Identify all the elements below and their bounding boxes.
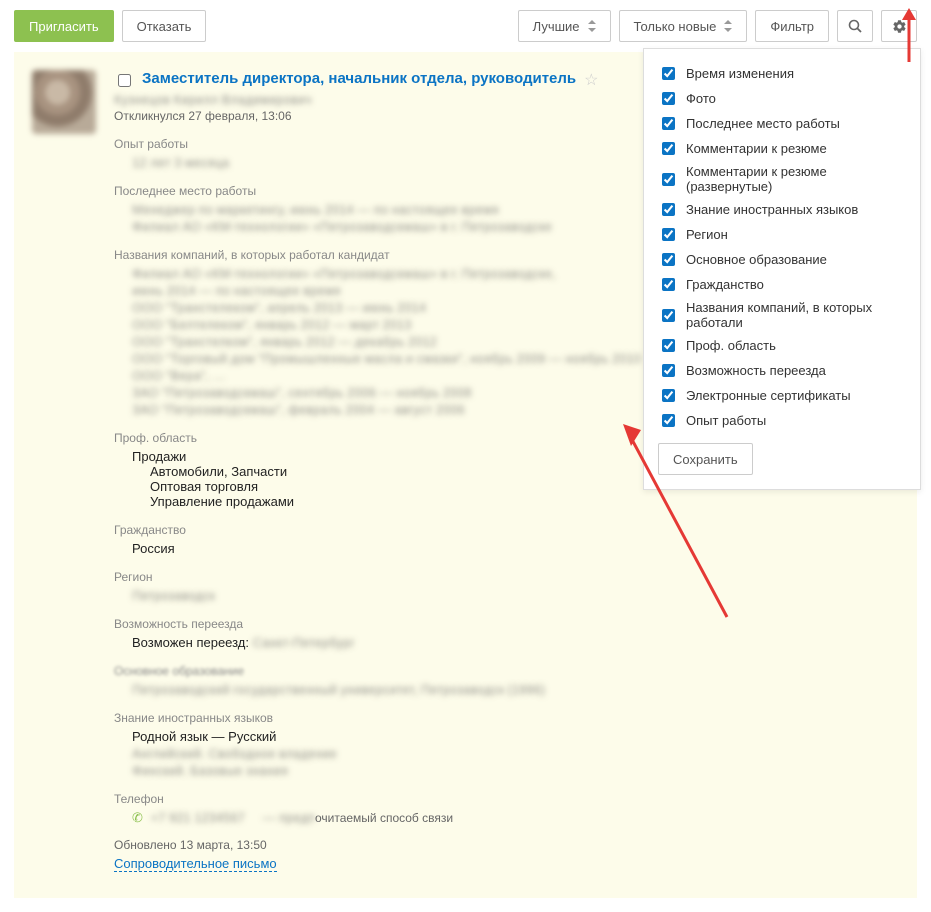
favorite-star-icon[interactable]: ☆	[584, 70, 598, 90]
settings-checkbox-item[interactable]: Опыт работы	[658, 408, 906, 433]
experience-blurred: 12 лет 3 месяца	[132, 155, 229, 170]
column-settings-panel: Время изменения Фото Последнее место работ…	[643, 48, 921, 490]
settings-checkbox[interactable]	[662, 228, 675, 241]
gear-icon	[892, 19, 907, 34]
settings-checkbox[interactable]	[662, 339, 675, 352]
settings-checkbox[interactable]	[662, 92, 675, 105]
region-blurred: Петрозаводск	[132, 588, 215, 603]
updated-date: Обновлено 13 марта, 13:50	[114, 838, 899, 852]
settings-checkbox-item[interactable]: Время изменения	[658, 61, 906, 86]
settings-item-label: Фото	[686, 91, 716, 106]
settings-checkbox-item[interactable]: Проф. область	[658, 333, 906, 358]
settings-item-label: Регион	[686, 227, 728, 242]
company-blurred: июнь 2014 — по настоящее время	[132, 283, 341, 298]
languages-label: Знание иностранных языков	[114, 711, 899, 725]
search-button[interactable]	[837, 10, 873, 42]
settings-item-label: Последнее место работы	[686, 116, 840, 131]
settings-item-label: Возможность переезда	[686, 363, 826, 378]
relocation-label: Возможность переезда	[114, 617, 899, 631]
education-label: Основное образование	[114, 664, 899, 678]
settings-checkbox[interactable]	[662, 117, 675, 130]
settings-checkbox[interactable]	[662, 253, 675, 266]
settings-checkbox-item[interactable]: Комментарии к резюме	[658, 136, 906, 161]
settings-button[interactable]	[881, 10, 917, 42]
phone-icon: ✆	[132, 810, 143, 825]
settings-checkbox-item[interactable]: Электронные сертификаты	[658, 383, 906, 408]
settings-item-label: Названия компаний, в которых работали	[686, 300, 906, 330]
save-button[interactable]: Сохранить	[658, 443, 753, 475]
resume-select-checkbox[interactable]	[118, 74, 131, 87]
company-blurred: Филиал АО «КМ-технологии» «Петрозаводскм…	[132, 266, 556, 281]
workplace-blurred: Филиал АО «КМ-технологии» «Петрозаводскм…	[132, 219, 552, 234]
best-dropdown[interactable]: Лучшие	[518, 10, 611, 42]
workplace-blurred: Менеджер по маркетингу, июнь 2014 — по н…	[132, 202, 499, 217]
region-label: Регион	[114, 570, 899, 584]
company-blurred: ООО "Транстелеком", апрель 2013 — июнь 2…	[132, 300, 426, 315]
phone-blurred: +7 921 1234567	[151, 810, 245, 825]
resume-card: Время изменения Фото Последнее место работ…	[14, 52, 917, 898]
company-blurred: ООО "Торговый дом "Промышленные масла и …	[132, 351, 641, 366]
toolbar: Пригласить Отказать Лучшие Только новые …	[0, 0, 931, 52]
relocation-value: Возможен переезд:	[132, 635, 249, 650]
filter-button[interactable]: Фильтр	[755, 10, 829, 42]
settings-item-label: Опыт работы	[686, 413, 766, 428]
settings-checkbox-item[interactable]: Названия компаний, в которых работали	[658, 297, 906, 333]
only-new-dropdown[interactable]: Только новые	[619, 10, 748, 42]
language-blurred: Английский. Свободное владение	[132, 746, 337, 761]
settings-item-label: Гражданство	[686, 277, 764, 292]
settings-checkbox[interactable]	[662, 142, 675, 155]
settings-checkbox-item[interactable]: Основное образование	[658, 247, 906, 272]
citizenship-label: Гражданство	[114, 523, 899, 537]
settings-checkbox-item[interactable]: Фото	[658, 86, 906, 111]
invite-button[interactable]: Пригласить	[14, 10, 114, 42]
relocation-city-blurred: Санкт-Петербург	[253, 635, 355, 650]
prof-area-item: Управление продажами	[114, 494, 899, 509]
phone-preferred-suffix: очитаемый способ связи	[315, 811, 453, 825]
settings-item-label: Проф. область	[686, 338, 776, 353]
settings-checkbox[interactable]	[662, 309, 675, 322]
settings-item-label: Основное образование	[686, 252, 827, 267]
settings-checkbox[interactable]	[662, 278, 675, 291]
only-new-label: Только новые	[634, 19, 717, 34]
search-icon	[848, 19, 862, 33]
best-label: Лучшие	[533, 19, 580, 34]
language-blurred: Финский. Базовые знания	[132, 763, 288, 778]
settings-checkbox-item[interactable]: Возможность переезда	[658, 358, 906, 383]
settings-checkbox-item[interactable]: Знание иностранных языков	[658, 197, 906, 222]
settings-checkbox-item[interactable]: Регион	[658, 222, 906, 247]
settings-item-label: Время изменения	[686, 66, 794, 81]
avatar	[32, 70, 96, 134]
settings-checkbox[interactable]	[662, 173, 675, 186]
sort-icon	[724, 20, 732, 32]
company-blurred: ЗАО "Петрозаводскмаш", сентябрь 2006 — н…	[132, 385, 472, 400]
settings-checkbox-item[interactable]: Гражданство	[658, 272, 906, 297]
education-blurred: Петрозаводский государственный университ…	[132, 682, 545, 697]
decline-button[interactable]: Отказать	[122, 10, 207, 42]
settings-checkbox[interactable]	[662, 364, 675, 377]
company-blurred: ЗАО "Петрозаводскмаш", февраль 2004 — ав…	[132, 402, 465, 417]
phone-preferred-prefix: — предп	[263, 810, 315, 825]
settings-checkbox[interactable]	[662, 389, 675, 402]
settings-item-label: Комментарии к резюме (развернутые)	[686, 164, 906, 194]
candidate-name-blurred: Кузнецов Кирилл Владимирович	[114, 92, 312, 107]
settings-checkbox[interactable]	[662, 414, 675, 427]
phone-label: Телефон	[114, 792, 899, 806]
company-blurred: ООО "Вера", …	[132, 368, 226, 383]
sort-icon	[588, 20, 596, 32]
resume-title-link[interactable]: Заместитель директора, начальник отдела,…	[142, 70, 576, 87]
settings-checkbox[interactable]	[662, 203, 675, 216]
settings-item-label: Знание иностранных языков	[686, 202, 858, 217]
company-blurred: ООО "Белтелеком", январь 2012 — март 201…	[132, 317, 411, 332]
settings-checkbox[interactable]	[662, 67, 675, 80]
languages-value: Родной язык — Русский	[114, 729, 899, 744]
citizenship-value: Россия	[114, 541, 899, 556]
settings-checkbox-item[interactable]: Последнее место работы	[658, 111, 906, 136]
company-blurred: ООО "Транстелком", январь 2012 — декабрь…	[132, 334, 437, 349]
cover-letter-link[interactable]: Сопроводительное письмо	[114, 856, 277, 872]
settings-item-label: Комментарии к резюме	[686, 141, 827, 156]
settings-checkbox-item[interactable]: Комментарии к резюме (развернутые)	[658, 161, 906, 197]
settings-item-label: Электронные сертификаты	[686, 388, 851, 403]
